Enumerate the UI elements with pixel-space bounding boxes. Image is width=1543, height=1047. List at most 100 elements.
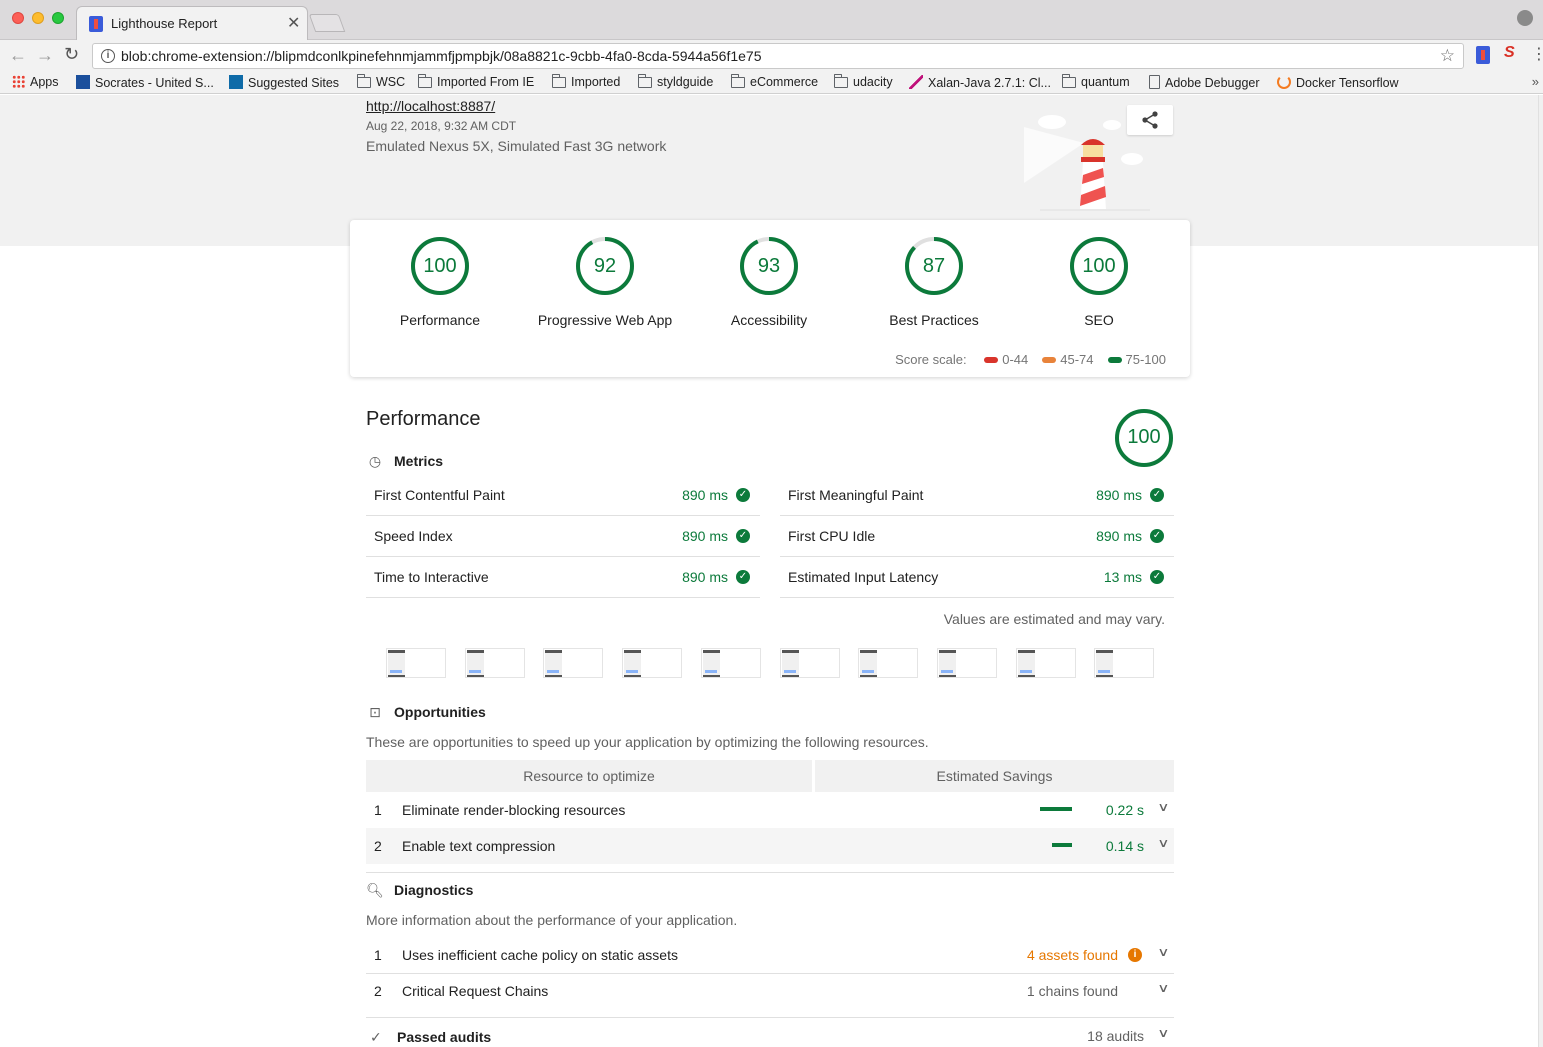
category-gauge[interactable]: 100 SEO xyxy=(1024,236,1174,328)
folder-icon xyxy=(356,74,371,88)
close-window-button[interactable] xyxy=(12,12,24,24)
row-index: 2 xyxy=(374,838,382,854)
share-icon xyxy=(1142,111,1158,129)
metric-row: Speed Index 890 ms ✓ xyxy=(366,516,760,557)
filmstrip-frame xyxy=(622,648,683,678)
pass-check-icon: ✓ xyxy=(736,570,750,584)
diagnostics-description: More information about the performance o… xyxy=(366,912,738,928)
pass-check-icon: ✓ xyxy=(736,488,750,502)
bookmark-item[interactable]: Adobe Debugger xyxy=(1149,75,1260,90)
address-bar[interactable]: i blob:chrome-extension://blipmdconlkpin… xyxy=(92,43,1464,69)
folder-icon xyxy=(637,74,652,88)
bookmark-item[interactable]: Socrates - United S... xyxy=(76,75,214,90)
row-index: 1 xyxy=(374,947,382,963)
new-tab-button[interactable] xyxy=(308,14,346,32)
more-bookmarks-icon[interactable]: » xyxy=(1532,74,1539,89)
profile-avatar-icon[interactable] xyxy=(1517,10,1533,26)
bookmark-star-icon[interactable]: ☆ xyxy=(1440,46,1455,66)
chevron-down-icon[interactable]: ∨ xyxy=(1157,1026,1169,1040)
extension-s-icon[interactable]: S xyxy=(1504,44,1515,62)
timer-icon: ◷ xyxy=(368,453,382,469)
bookmark-item[interactable]: Apps xyxy=(12,75,59,89)
folder-icon xyxy=(551,74,566,88)
bookmark-label: WSC xyxy=(376,75,406,89)
filmstrip-frame xyxy=(386,648,446,678)
bookmark-item[interactable]: eCommerce xyxy=(730,74,819,89)
bookmark-item[interactable]: Suggested Sites xyxy=(229,75,339,90)
bookmark-item[interactable]: quantum xyxy=(1061,74,1130,89)
metrics-group-title: Metrics xyxy=(394,453,444,469)
opportunities-description: These are opportunities to speed up your… xyxy=(366,734,929,750)
address-bar-url[interactable]: blob:chrome-extension://blipmdconlkpinef… xyxy=(121,48,762,64)
pass-check-icon: ✓ xyxy=(736,529,750,543)
share-button[interactable] xyxy=(1127,105,1173,135)
chevron-down-icon[interactable]: ∨ xyxy=(1157,836,1169,850)
bookmark-label: eCommerce xyxy=(750,75,819,89)
close-tab-icon[interactable]: ✕ xyxy=(287,13,300,33)
passed-audits-count: 18 audits xyxy=(1087,1028,1144,1044)
report-url-link[interactable]: http://localhost:8887/ xyxy=(366,98,495,114)
diagnostic-row[interactable]: 2 Critical Request Chains 1 chains found ∨ xyxy=(366,973,1174,1009)
metric-name: First Contentful Paint xyxy=(374,487,505,503)
forward-arrow-icon[interactable]: → xyxy=(36,45,54,66)
chevron-down-icon[interactable]: ∨ xyxy=(1157,800,1169,814)
opportunity-row[interactable]: 1 Eliminate render-blocking resources 0.22… xyxy=(366,792,1174,828)
site-info-icon[interactable]: i xyxy=(101,49,115,63)
category-gauge[interactable]: 87 Best Practices xyxy=(859,236,1009,328)
bookmark-item[interactable]: Imported From IE xyxy=(417,74,534,89)
docker-icon xyxy=(1277,75,1291,89)
window-titlebar: Lighthouse Report ✕ xyxy=(0,0,1543,40)
bookmark-label: udacity xyxy=(853,75,893,89)
tab-lighthouse-report[interactable]: Lighthouse Report ✕ xyxy=(76,6,308,40)
bing-icon xyxy=(229,75,243,89)
opportunity-row[interactable]: 2 Enable text compression 0.14 s ∨ xyxy=(366,828,1174,864)
metric-name: Speed Index xyxy=(374,528,453,544)
page-thumbnail xyxy=(466,650,484,677)
diagnostic-value: 4 assets found xyxy=(1026,947,1118,963)
filmstrip-frame xyxy=(1015,648,1076,678)
report-date: Aug 22, 2018, 9:32 AM CDT xyxy=(366,119,517,133)
browser-menu-icon[interactable]: ⋮ xyxy=(1531,44,1543,64)
minimize-window-button[interactable] xyxy=(32,12,44,24)
bookmark-item[interactable]: Imported xyxy=(551,74,620,89)
bookmark-item[interactable]: Docker Tensorflow xyxy=(1277,75,1399,90)
folder-icon xyxy=(730,74,745,88)
page-thumbnail xyxy=(624,650,642,677)
page-thumbnail xyxy=(938,650,956,677)
performance-section-title: Performance xyxy=(366,408,481,430)
metric-value: 890 ms xyxy=(682,569,728,585)
diagnostic-value: 1 chains found xyxy=(1026,983,1118,999)
opportunity-savings: 0.22 s xyxy=(1105,802,1144,818)
filmstrip-frame xyxy=(1094,648,1155,678)
gauge-score-value: 87 xyxy=(922,255,946,277)
metric-value: 890 ms xyxy=(682,528,728,544)
category-gauge[interactable]: 93 Accessibility xyxy=(694,236,844,328)
bookmark-label: styldguide xyxy=(657,75,714,89)
bookmark-item[interactable]: Xalan-Java 2.7.1: Cl... xyxy=(909,75,1051,90)
page-scrollbar[interactable] xyxy=(1538,95,1543,1047)
category-gauge[interactable]: 100 Performance xyxy=(365,236,515,328)
chevron-down-icon[interactable]: ∨ xyxy=(1157,945,1169,959)
bookmark-item[interactable]: styldguide xyxy=(637,74,714,89)
metric-value: 890 ms xyxy=(682,487,728,503)
chevron-down-icon[interactable]: ∨ xyxy=(1157,981,1169,995)
bookmark-label: Adobe Debugger xyxy=(1165,76,1260,90)
gauge-score-value: 92 xyxy=(593,255,617,277)
diagnostic-row[interactable]: 1 Uses inefficient cache policy on static… xyxy=(366,937,1174,973)
reload-icon[interactable]: ↻ xyxy=(64,44,79,65)
bookmark-item[interactable]: WSC xyxy=(356,74,406,89)
bookmark-label: Xalan-Java 2.7.1: Cl... xyxy=(928,76,1051,90)
passed-audits-row[interactable]: ✓ Passed audits 18 audits ∨ xyxy=(366,1020,1174,1047)
bookmark-item[interactable]: udacity xyxy=(833,74,893,89)
metric-value: 13 ms xyxy=(1103,569,1142,585)
lighthouse-favicon-icon xyxy=(89,16,103,32)
zoom-window-button[interactable] xyxy=(52,12,64,24)
warning-info-icon: i xyxy=(1128,948,1142,962)
passed-audits-title: Passed audits xyxy=(397,1029,492,1045)
tab-title: Lighthouse Report xyxy=(111,16,218,31)
lighthouse-extension-icon[interactable] xyxy=(1476,46,1490,64)
category-gauge[interactable]: 92 Progressive Web App xyxy=(530,236,680,328)
back-arrow-icon[interactable]: ← xyxy=(9,45,27,66)
score-scale-legend: Score scale: 0-44 45-74 75-100 xyxy=(895,352,1166,367)
folder-icon xyxy=(1061,74,1076,88)
